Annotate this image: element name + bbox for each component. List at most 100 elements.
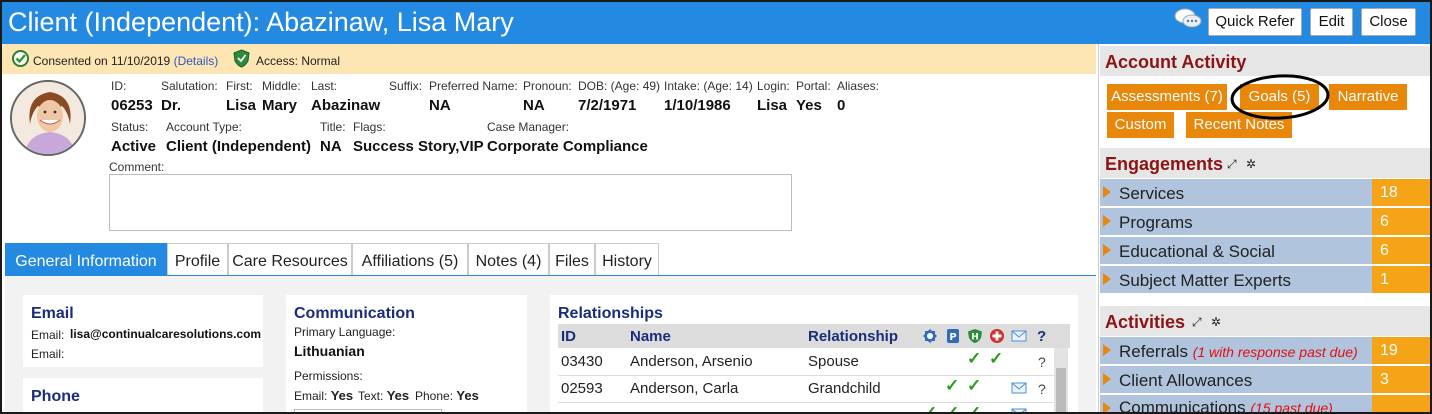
tab-notes[interactable]: Notes (4) — [468, 243, 549, 276]
preferred-name-value: NA — [429, 97, 451, 114]
caret-right-icon — [1103, 344, 1111, 356]
relationships-scroll-thumb[interactable] — [1056, 368, 1066, 412]
portal-value: Yes — [796, 97, 822, 114]
salutation-label: Salutation: — [161, 79, 218, 93]
portal-label: Portal: — [796, 79, 831, 93]
client-window: Client (Independent): Abazinaw, Lisa Mar… — [0, 0, 1432, 414]
first-label: First: — [226, 79, 253, 93]
consent-check-icon — [12, 50, 29, 67]
permissions-label: Permissions: — [294, 369, 363, 383]
activity-label: Referrals (1 with response past due) — [1119, 342, 1358, 361]
check-icon: ✓ — [967, 403, 982, 414]
tab-profile[interactable]: Profile — [167, 243, 228, 276]
engagement-label: Programs — [1119, 213, 1193, 232]
flags-value: Success Story,VIP — [353, 138, 484, 155]
quick-refer-button[interactable]: Quick Refer — [1208, 8, 1302, 36]
collapse-icon[interactable]: ✲ — [1211, 315, 1221, 329]
engagements-heading: Engagements — [1105, 154, 1224, 174]
dob-label: DOB: (Age: 49) — [578, 79, 661, 93]
col-relationship-header[interactable]: Relationship — [808, 328, 898, 345]
caret-right-icon — [1103, 373, 1111, 385]
primary-language-label: Primary Language: — [294, 325, 396, 339]
health-shield-icon: H — [968, 329, 982, 343]
title-bar: Client (Independent): Abazinaw, Lisa Mar… — [2, 2, 1430, 44]
svg-text:P: P — [949, 332, 956, 343]
primary-language-value: Lithuanian — [294, 343, 365, 359]
avatar[interactable] — [10, 80, 86, 156]
activities-heading: Activities — [1105, 312, 1186, 332]
activity-count — [1372, 395, 1430, 412]
medical-cross-icon — [990, 329, 1004, 343]
row-divider — [558, 402, 1068, 403]
tab-affiliations[interactable]: Affiliations (5) — [352, 243, 468, 276]
tab-general-information[interactable]: General Information — [5, 243, 167, 276]
access-text: Access: Normal — [256, 54, 341, 68]
email-value-1[interactable]: lisa@continualcaresolutions.com — [70, 327, 261, 341]
check-icon: ✓ — [945, 376, 960, 395]
flags-label: Flags: — [353, 120, 386, 134]
check-icon: ✓ — [923, 403, 938, 414]
col-name-header[interactable]: Name — [630, 328, 671, 345]
caret-right-icon — [1103, 186, 1111, 198]
status-value: Active — [111, 138, 157, 155]
email-label-2: Email: — [31, 347, 65, 361]
case-manager-label: Case Manager: — [487, 120, 570, 134]
assessments-button[interactable]: Assessments (7) — [1107, 84, 1227, 110]
close-button[interactable]: Close — [1361, 8, 1416, 36]
caret-right-icon — [1103, 402, 1111, 412]
collapse-icon[interactable]: ✲ — [1246, 157, 1256, 171]
custom-button[interactable]: Custom — [1107, 112, 1174, 138]
aliases-label: Aliases: — [837, 79, 880, 93]
check-icon: ✓ — [967, 349, 982, 368]
intake-value: 1/10/1986 — [664, 97, 731, 114]
caret-right-icon — [1103, 215, 1111, 227]
edit-button[interactable]: Edit — [1310, 8, 1353, 36]
relationships-heading: Relationships — [558, 305, 663, 322]
mail-icon[interactable] — [1011, 406, 1027, 414]
relationship-row-2-help[interactable]: ? — [1038, 381, 1046, 397]
preferred-name-label: Preferred Name: — [429, 79, 518, 93]
tab-care-resources[interactable]: Care Resources — [228, 243, 352, 276]
avatar-image — [12, 82, 84, 154]
relationship-row-1-help[interactable]: ? — [1038, 354, 1046, 370]
middle-value: Mary — [262, 97, 298, 114]
permission-text: Text: Yes — [358, 388, 410, 403]
relationship-row-1-relationship: Spouse — [808, 353, 859, 370]
email-heading: Email — [31, 305, 74, 322]
relationship-row-2-name[interactable]: Anderson, Carla — [630, 380, 738, 397]
engagement-count: 1 — [1372, 266, 1430, 293]
comment-field[interactable] — [109, 174, 792, 231]
window-title: Client (Independent): Abazinaw, Lisa Mar… — [8, 7, 514, 37]
expand-icon[interactable]: ⤢ — [1192, 315, 1202, 330]
pronoun-value: NA — [523, 97, 545, 114]
consent-details-link[interactable]: (Details) — [174, 54, 219, 68]
engagement-count: 6 — [1372, 208, 1430, 235]
expand-icon[interactable]: ⤢ — [1227, 157, 1237, 172]
payer-icon: P — [947, 329, 959, 343]
activity-note: (1 with response past due) — [1192, 344, 1358, 360]
narrative-button[interactable]: Narrative — [1329, 84, 1407, 110]
communication-input[interactable] — [294, 409, 442, 412]
col-id-header[interactable]: ID — [561, 328, 576, 345]
pronoun-label: Pronoun: — [523, 79, 572, 93]
id-label: ID: — [111, 79, 127, 93]
mail-icon — [1011, 330, 1027, 342]
permission-phone: Phone: Yes — [415, 388, 479, 403]
email-label-1: Email: — [31, 328, 65, 342]
activity-label: Communications (15 past due) — [1119, 398, 1333, 414]
aliases-value: 0 — [837, 97, 846, 114]
chat-icon[interactable] — [1174, 7, 1202, 31]
col-help-header[interactable]: ? — [1037, 328, 1046, 345]
mail-icon[interactable] — [1011, 380, 1027, 396]
tab-files[interactable]: Files — [549, 243, 595, 276]
communication-heading: Communication — [294, 305, 415, 322]
login-value: Lisa — [757, 97, 788, 114]
relationship-row-1-name[interactable]: Anderson, Arsenio — [630, 353, 753, 370]
badge-icon — [923, 329, 937, 343]
title-value: NA — [320, 138, 342, 155]
consent-text: Consented on 11/10/2019 (Details) — [33, 54, 219, 68]
relationship-row-2-relationship: Grandchild — [808, 380, 881, 397]
tab-history[interactable]: History — [595, 243, 659, 276]
shield-icon — [233, 49, 250, 68]
engagement-label: Services — [1119, 184, 1185, 203]
